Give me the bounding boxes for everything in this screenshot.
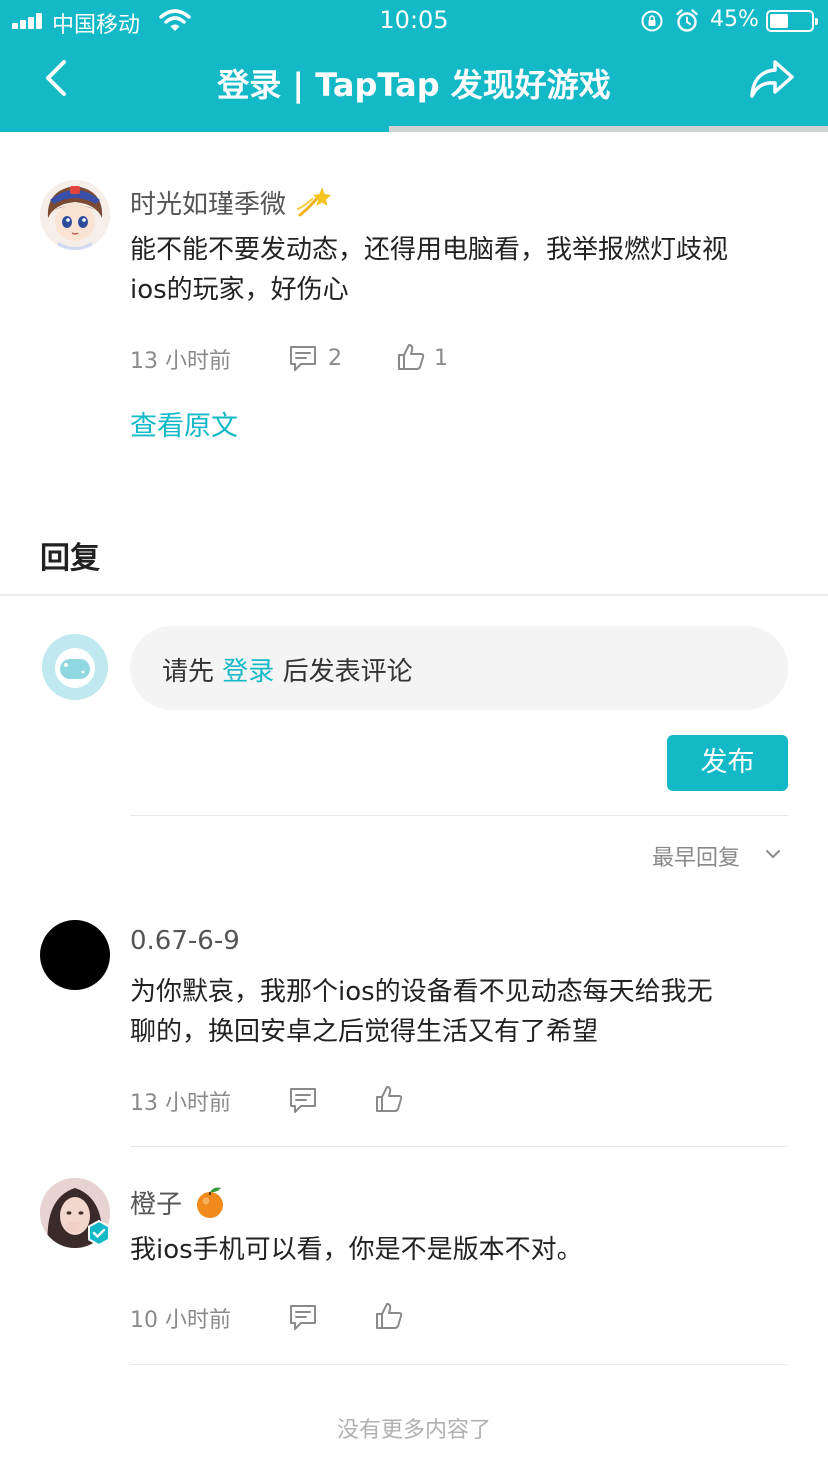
like-icon[interactable] (396, 342, 426, 372)
current-user-avatar (42, 634, 108, 700)
page-load-progress (0, 126, 828, 132)
reply-content-line: 为你默哀，我那个ios的设备看不见动态每天给我无 (130, 977, 713, 1007)
post-like-count: 1 (434, 346, 448, 371)
astronaut-default-avatar-icon (42, 634, 108, 700)
post-author-name-text: 时光如瑾季微 (130, 190, 287, 220)
back-button[interactable] (36, 56, 80, 100)
reply-content-line: 聊的，换回安卓之后觉得生活又有了希望 (130, 1017, 599, 1047)
reply-author-avatar[interactable] (40, 920, 110, 990)
chevron-down-icon[interactable] (764, 845, 782, 863)
comment-icon[interactable] (288, 1085, 318, 1115)
reply-author-avatar[interactable] (40, 1178, 110, 1248)
app-header: 中国移动 10:05 45% 登录 | TapTap 发现好游戏 (0, 0, 828, 132)
rotation-lock-icon (641, 10, 663, 32)
alarm-icon (676, 9, 698, 32)
view-original-link[interactable]: 查看原文 (130, 404, 238, 443)
reply-time: 10 小时前 (130, 1308, 231, 1333)
post-author-name[interactable]: 时光如瑾季微 (130, 184, 332, 221)
status-bar: 中国移动 10:05 45% (0, 0, 828, 42)
verified-badge-icon (88, 1220, 110, 1246)
post-content-line: 能不能不要发动态，还得用电脑看，我举报燃灯歧视 (130, 235, 729, 265)
like-icon[interactable] (374, 1301, 404, 1331)
comment-input-placeholder: 请先 登录 后发表评论 (162, 651, 413, 688)
reply-content-line: 我ios手机可以看，你是不是版本不对。 (130, 1235, 583, 1265)
share-button[interactable] (748, 56, 796, 100)
divider (130, 1146, 788, 1147)
comment-icon[interactable] (288, 343, 318, 373)
no-more-content-text: 没有更多内容了 (336, 1418, 491, 1443)
sort-dropdown[interactable]: 最早回复 (652, 840, 740, 872)
reply-author-name[interactable]: 0.67-6-9 (130, 926, 240, 956)
placeholder-suffix: 后发表评论 (282, 657, 413, 687)
orange-fruit-icon (197, 1187, 224, 1218)
section-divider (0, 594, 828, 596)
status-time: 10:05 (379, 6, 449, 34)
reply-author-name[interactable]: 橙子 (130, 1184, 226, 1221)
reply-content: 为你默哀，我那个ios的设备看不见动态每天给我无 聊的，换回安卓之后觉得生活又有… (130, 972, 800, 1052)
anime-girl-avatar-icon (40, 180, 110, 250)
battery-percent: 45% (710, 7, 759, 32)
comment-icon[interactable] (288, 1302, 318, 1332)
battery-icon (766, 10, 818, 32)
divider (130, 815, 788, 816)
post-author-avatar[interactable] (40, 180, 110, 250)
post-content-line: ios的玩家，好伤心 (130, 275, 349, 305)
post-content: 能不能不要发动态，还得用电脑看，我举报燃灯歧视 ios的玩家，好伤心 (130, 230, 800, 310)
post-comment-count: 2 (328, 346, 342, 371)
reply-author-name-text: 橙子 (130, 1190, 183, 1220)
post-time: 13 小时前 (130, 349, 231, 374)
publish-button[interactable]: 发布 (667, 735, 788, 791)
placeholder-prefix: 请先 (162, 657, 215, 687)
login-link[interactable]: 登录 (222, 657, 274, 687)
replies-heading: 回复 (40, 541, 100, 576)
page-title: 登录 | TapTap 发现好游戏 (217, 66, 611, 104)
like-icon[interactable] (374, 1084, 404, 1114)
reply-content: 我ios手机可以看，你是不是版本不对。 (130, 1230, 800, 1270)
reply-time: 13 小时前 (130, 1091, 231, 1116)
sparkle-star-icon (297, 187, 332, 217)
page-load-progress-fill (0, 126, 390, 132)
comment-input[interactable]: 请先 登录 后发表评论 (130, 626, 788, 710)
divider (130, 1364, 788, 1365)
